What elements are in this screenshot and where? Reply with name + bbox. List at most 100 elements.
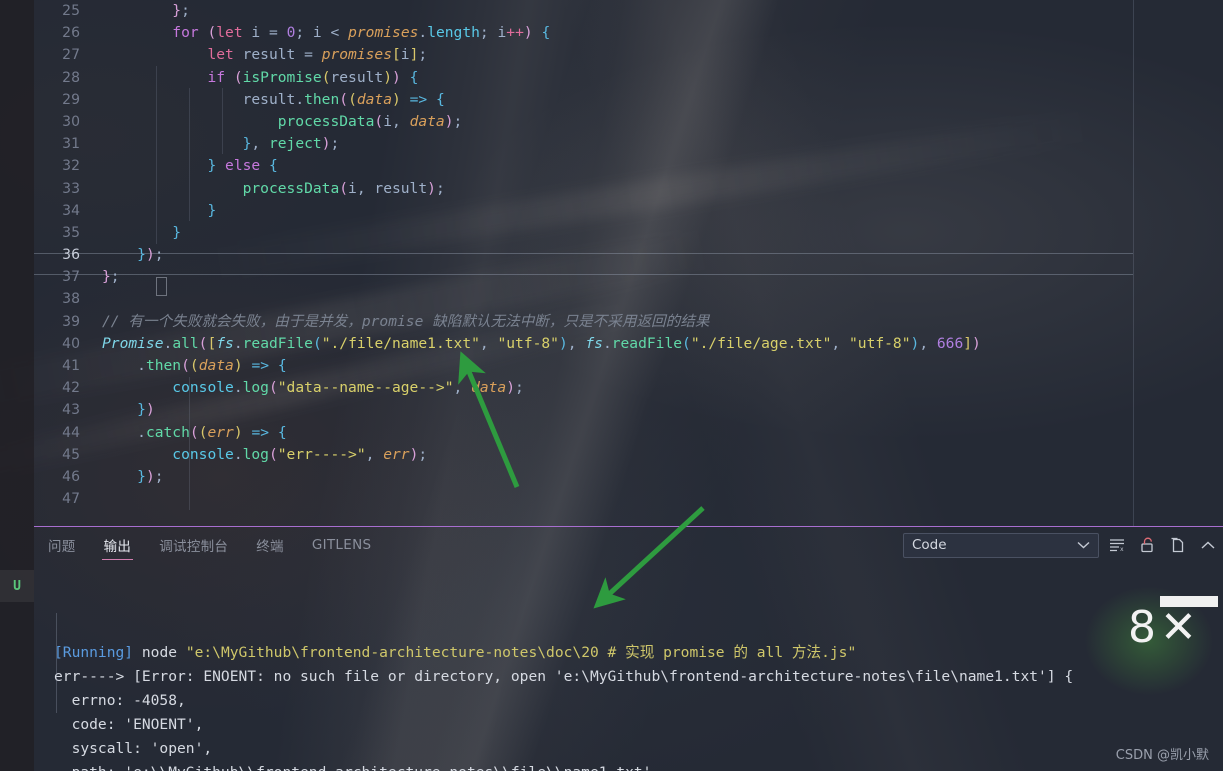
line-number: 35 — [62, 224, 80, 241]
line-number: 36 — [62, 247, 80, 264]
line-number: 32 — [62, 158, 80, 175]
line-number: 30 — [62, 113, 80, 130]
code-text: }) — [137, 401, 155, 419]
code-line[interactable]: 26 for (let i = 0; i < promises.length; … — [34, 22, 1133, 44]
output-channel-select[interactable]: Code — [903, 532, 1099, 558]
code-text: }; — [102, 268, 120, 286]
code-line[interactable]: 43 }) — [34, 399, 1133, 421]
code-text: } else { — [207, 157, 278, 175]
line-number: 29 — [62, 91, 80, 108]
code-line[interactable]: 44 .catch((err) => { — [34, 422, 1133, 444]
line-number: 39 — [62, 313, 80, 330]
activity-bar: U — [0, 0, 34, 771]
panel-tab-GITLENS[interactable]: GITLENS — [298, 527, 386, 563]
console-line: path: 'e:\\MyGithub\\frontend-architectu… — [54, 761, 1223, 771]
code-text: } — [172, 223, 182, 241]
line-number: 25 — [62, 3, 80, 19]
line-number: 44 — [62, 424, 80, 441]
code-text: processData(i, data); — [277, 112, 463, 130]
line-number: 46 — [62, 468, 80, 485]
minimap-divider — [1133, 0, 1134, 526]
line-number: 26 — [62, 25, 80, 42]
code-text: .catch((err) => { — [137, 423, 287, 441]
code-text: Promise.all([fs.readFile("./file/name1.t… — [102, 334, 981, 352]
panel-actions: Code x — [903, 527, 1219, 563]
code-line[interactable]: 32 } else { — [34, 155, 1133, 177]
line-number: 28 — [62, 69, 80, 86]
code-line[interactable]: 47 — [34, 488, 1133, 510]
line-number: 38 — [62, 291, 80, 308]
line-number: 27 — [62, 47, 80, 64]
code-line[interactable]: 46 }); — [34, 466, 1133, 488]
panel-tab-调试控制台[interactable]: 调试控制台 — [145, 527, 242, 563]
code-line[interactable]: 38 — [34, 288, 1133, 310]
code-line[interactable]: 34 } — [34, 200, 1133, 222]
code-text: }, reject); — [242, 135, 340, 153]
line-number: 42 — [62, 380, 80, 397]
code-text: console.log("data--name--age-->", data); — [172, 379, 524, 397]
line-number: 45 — [62, 446, 80, 463]
code-editor[interactable]: 25 }; 26 for (let i = 0; i < promises.len… — [34, 0, 1223, 526]
line-number: 31 — [62, 136, 80, 153]
panel-tab-list[interactable]: 问题 输出 调试控制台 终端 GITLENS — [34, 527, 385, 563]
code-text: } — [207, 201, 217, 219]
panel-tab-终端[interactable]: 终端 — [242, 527, 298, 563]
bottom-panel: 问题 输出 调试控制台 终端 GITLENS Code x [Running] … — [34, 527, 1223, 771]
clear-output-icon[interactable]: x — [1107, 534, 1129, 556]
line-number: 33 — [62, 180, 80, 197]
editor-lines-container[interactable]: 25 }; 26 for (let i = 0; i < promises.len… — [34, 0, 1133, 526]
chevron-down-icon — [1077, 537, 1090, 553]
code-line[interactable]: 25 }; — [34, 0, 1133, 22]
code-line[interactable]: 40 Promise.all([fs.readFile("./file/name1… — [34, 333, 1133, 355]
code-line[interactable]: 35 } — [34, 222, 1133, 244]
line-number: 37 — [62, 269, 80, 286]
code-line[interactable]: 36 }); — [34, 244, 1133, 266]
code-line[interactable]: 39 // 有一个失败就会失败，由于是并发，promise 缺陷默认无法中断，只是… — [34, 311, 1133, 333]
console-line: code: 'ENOENT', — [54, 716, 204, 733]
code-line[interactable]: 30 processData(i, data); — [34, 111, 1133, 133]
unlock-scroll-icon[interactable] — [1137, 534, 1159, 556]
code-text: let result = promises[i]; — [207, 46, 428, 64]
code-line[interactable]: 45 console.log("err---->", err); — [34, 444, 1133, 466]
code-text: console.log("err---->", err); — [172, 445, 428, 463]
code-line[interactable]: 42 console.log("data--name--age-->", dat… — [34, 377, 1133, 399]
code-text: result.then((data) => { — [242, 90, 445, 108]
code-line[interactable]: 31 }, reject); — [34, 133, 1133, 155]
code-text: }; — [172, 2, 190, 19]
panel-tab-输出[interactable]: 输出 — [90, 527, 146, 563]
code-text: // 有一个失败就会失败，由于是并发，promise 缺陷默认无法中断，只是不采… — [102, 312, 710, 330]
line-number: 47 — [62, 491, 80, 508]
panel-tab-问题[interactable]: 问题 — [34, 527, 90, 563]
code-text: }); — [137, 246, 164, 264]
code-text: for (let i = 0; i < promises.length; i++… — [172, 24, 551, 42]
code-text: if (isPromise(result)) { — [207, 68, 419, 86]
panel-resize-separator[interactable] — [34, 526, 1223, 527]
watermark: CSDN @凯小默 — [1115, 748, 1209, 763]
output-console[interactable]: [Running] node "e:\MyGithub\frontend-arc… — [34, 563, 1223, 771]
code-line[interactable]: 29 result.then((data) => { — [34, 89, 1133, 111]
vscode-window: U 25 }; 26 for (let i = 0; i < promises.l… — [0, 0, 1223, 771]
console-line: [Running] node "e:\MyGithub\frontend-arc… — [54, 644, 857, 661]
collapse-panel-icon[interactable] — [1197, 534, 1219, 556]
split-editor-icon[interactable] — [1167, 534, 1189, 556]
line-number: 40 — [62, 335, 80, 352]
output-channel-value: Code — [912, 537, 947, 553]
code-text: processData(i, result); — [242, 179, 445, 197]
panel-header: 问题 输出 调试控制台 终端 GITLENS Code x — [34, 527, 1223, 563]
error-object-guide — [56, 613, 57, 713]
source-control-untracked-badge[interactable]: U — [0, 570, 34, 602]
code-line[interactable]: 41 .then((data) => { — [34, 355, 1133, 377]
code-text: }); — [137, 467, 164, 485]
line-number: 43 — [62, 402, 80, 419]
svg-text:x: x — [1120, 546, 1124, 553]
code-line[interactable]: 37}; — [34, 266, 1133, 288]
code-line[interactable]: 33 processData(i, result); — [34, 178, 1133, 200]
code-text: .then((data) => { — [137, 357, 287, 374]
console-line: syscall: 'open', — [54, 740, 213, 757]
console-line: err----> [Error: ENOENT: no such file or… — [54, 668, 1074, 685]
line-number: 41 — [62, 358, 80, 374]
console-line: errno: -4058, — [54, 692, 186, 709]
code-line[interactable]: 28 if (isPromise(result)) { — [34, 67, 1133, 89]
code-line[interactable]: 27 let result = promises[i]; — [34, 44, 1133, 66]
line-number: 34 — [62, 202, 80, 219]
